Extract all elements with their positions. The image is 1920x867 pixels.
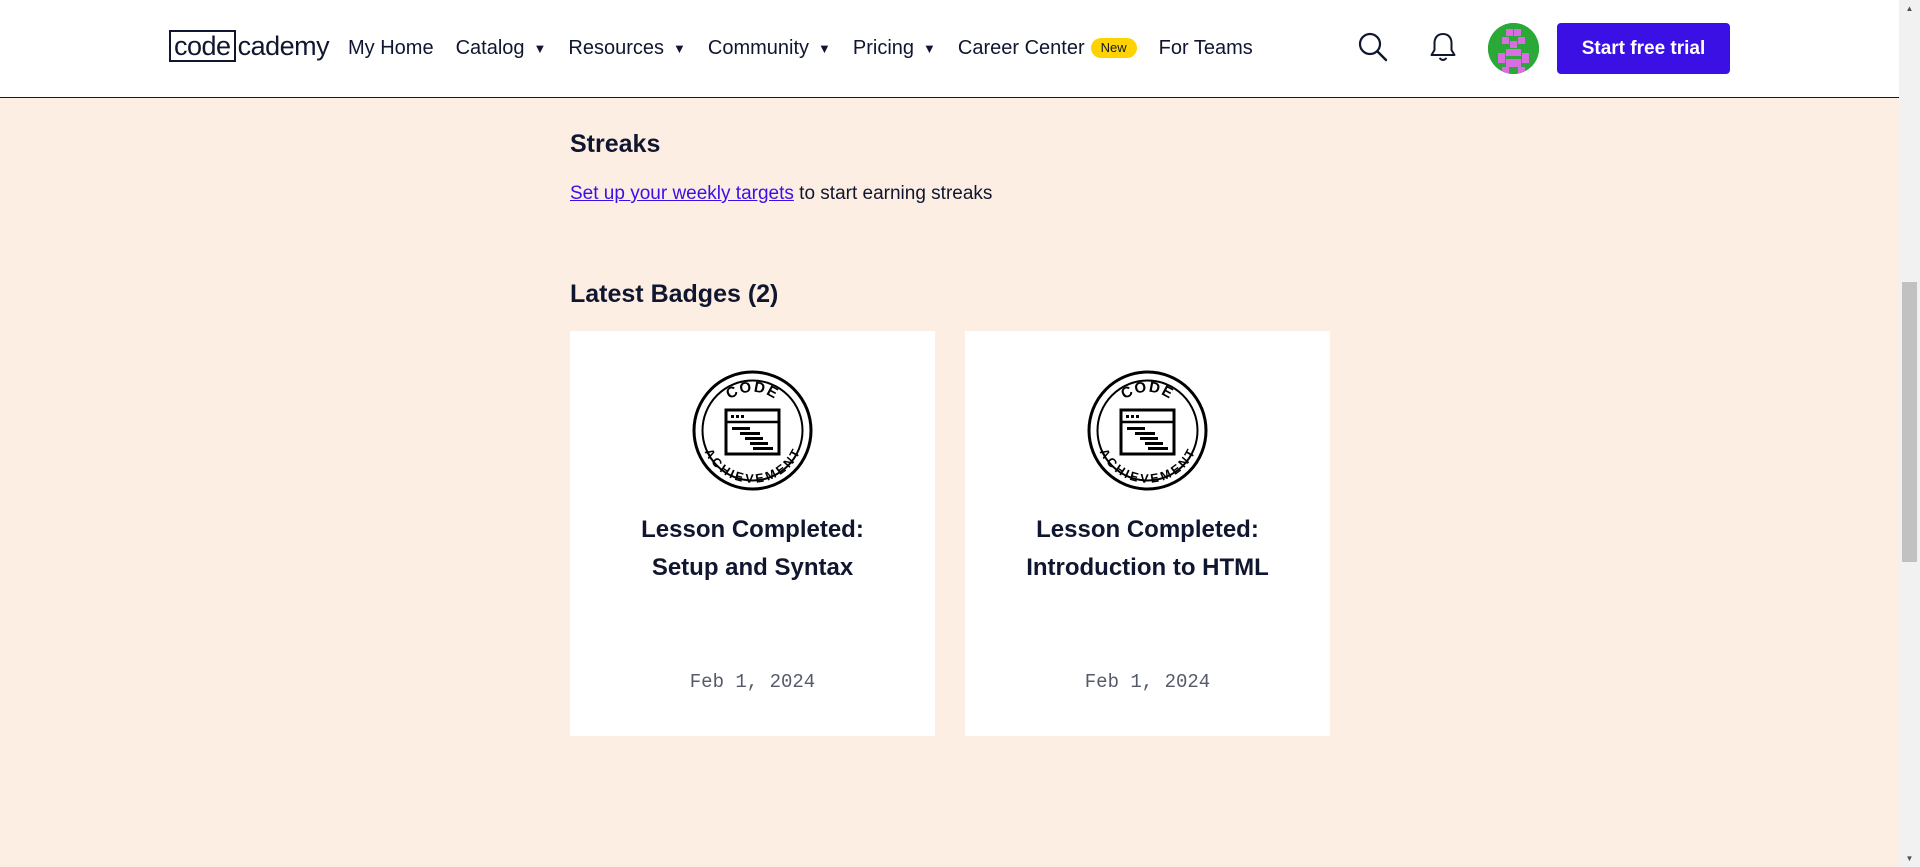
badge-card[interactable]: CODE ACHIEVEMENT Lesson Completed: Intro… — [965, 331, 1330, 736]
badge-title-line2: Introduction to HTML — [1026, 554, 1269, 581]
new-badge: New — [1090, 38, 1137, 58]
nav-my-home[interactable]: My Home — [348, 37, 434, 60]
weekly-targets-link[interactable]: Set up your weekly targets — [570, 183, 794, 204]
caret-down-icon: ▼ — [818, 40, 831, 56]
nav-community[interactable]: Community ▼ — [708, 37, 831, 60]
badge-card[interactable]: CODE ACHIEVEMENT Lesson Completed: Setup… — [570, 331, 935, 736]
code-achievement-badge-icon: CODE ACHIEVEMENT — [1087, 370, 1208, 491]
streaks-description: Set up your weekly targets to start earn… — [570, 183, 992, 205]
badge-title-line1: Lesson Completed: — [1036, 516, 1259, 543]
badge-title: Lesson Completed: Setup and Syntax — [570, 511, 935, 587]
badge-date: Feb 1, 2024 — [689, 671, 816, 693]
latest-badges-heading: Latest Badges (2) — [570, 280, 779, 308]
streaks-suffix: to start earning streaks — [793, 183, 993, 204]
badge-date: Feb 1, 2024 — [1084, 671, 1211, 693]
nav-pricing[interactable]: Pricing ▼ — [853, 37, 936, 60]
streaks-heading: Streaks — [570, 130, 661, 158]
avatar[interactable] — [1488, 23, 1539, 74]
nav-catalog[interactable]: Catalog ▼ — [456, 37, 547, 60]
scroll-down-arrow-icon[interactable]: ▼ — [1899, 850, 1920, 867]
nav-resources[interactable]: Resources ▼ — [568, 37, 685, 60]
nav-label: Career Center — [957, 36, 1085, 59]
nav-label: Resources — [568, 36, 664, 59]
caret-down-icon: ▼ — [533, 40, 547, 56]
nav-for-teams[interactable]: For Teams — [1159, 37, 1253, 60]
badge-title: Lesson Completed: Introduction to HTML — [965, 511, 1330, 587]
start-free-trial-button[interactable]: Start free trial — [1557, 23, 1730, 74]
search-icon[interactable] — [1355, 29, 1391, 65]
logo-cademy-part: cademy — [237, 31, 330, 61]
code-achievement-badge-icon: CODE ACHIEVEMENT — [692, 370, 813, 491]
nav-label: My Home — [348, 36, 434, 59]
badge-title-line2: Setup and Syntax — [651, 554, 854, 581]
scrollbar-thumb[interactable] — [1902, 282, 1917, 562]
codecademy-logo[interactable]: code cademy — [169, 29, 330, 63]
page: code cademy My Home Catalog ▼ Resources ▼… — [0, 0, 1920, 867]
bell-icon[interactable] — [1425, 29, 1461, 65]
nav-label: Catalog — [455, 36, 525, 59]
caret-down-icon: ▼ — [923, 40, 936, 56]
nav-label: For Teams — [1158, 36, 1253, 59]
scroll-up-arrow-icon[interactable]: ▲ — [1899, 0, 1920, 17]
logo-code-part: code — [169, 30, 236, 62]
main-nav: My Home Catalog ▼ Resources ▼ Community … — [348, 0, 1275, 96]
caret-down-icon: ▼ — [673, 40, 686, 56]
nav-label: Pricing — [852, 36, 915, 59]
vertical-scrollbar[interactable]: ▲ ▼ — [1899, 0, 1920, 867]
nav-career-center[interactable]: Career Center New — [958, 37, 1137, 60]
nav-label: Community — [707, 36, 810, 59]
badge-title-line1: Lesson Completed: — [641, 516, 864, 543]
top-navigation-bar: code cademy My Home Catalog ▼ Resources ▼… — [0, 0, 1899, 98]
